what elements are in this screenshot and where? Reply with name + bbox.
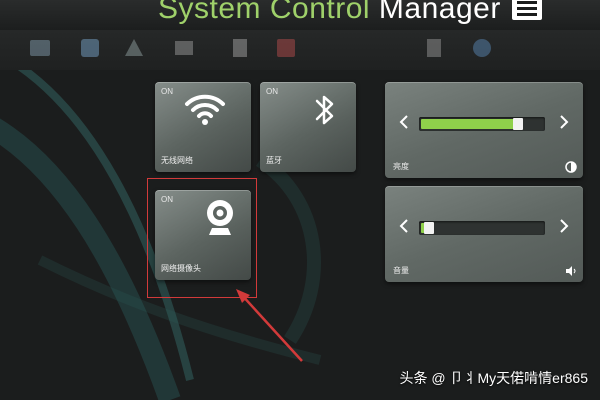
brightness-icon xyxy=(565,161,577,173)
app-title-accent: Manager xyxy=(378,0,501,25)
speaker-icon xyxy=(566,266,576,276)
app-icon-5[interactable] xyxy=(228,36,252,60)
app-icon-2[interactable] xyxy=(78,36,102,60)
menu-list-icon[interactable] xyxy=(512,0,542,20)
brightness-increase-chevron-right-icon[interactable] xyxy=(557,114,571,130)
volume-decrease-chevron-left-icon[interactable] xyxy=(397,218,411,234)
app-title-main: System Control xyxy=(158,0,379,25)
volume-label: 音量 xyxy=(393,266,409,275)
tile-wifi[interactable]: ON 无线网络 xyxy=(155,82,251,172)
app-icon-6[interactable] xyxy=(274,36,298,60)
volume-increase-chevron-right-icon[interactable] xyxy=(557,218,571,234)
brightness-slider-fill xyxy=(421,119,517,129)
app-icon-1[interactable] xyxy=(28,36,52,60)
app-icon-7[interactable] xyxy=(422,36,446,60)
app-icon-4[interactable] xyxy=(172,36,196,60)
volume-slider-thumb[interactable] xyxy=(424,222,434,234)
volume-slider[interactable] xyxy=(419,221,545,235)
app-title: System Control Manager xyxy=(158,0,501,26)
brightness-label: 亮度 xyxy=(393,162,409,171)
watermark: 头条 @ 卩丬My天偌啃情er865 xyxy=(399,370,588,386)
tile-wifi-label: 无线网络 xyxy=(161,156,193,165)
brightness-panel: 亮度 xyxy=(385,82,583,178)
brightness-slider[interactable] xyxy=(419,117,545,131)
tile-wifi-status: ON xyxy=(161,87,173,96)
annotation-arrow-icon xyxy=(236,289,303,362)
title-bar: System Control Manager xyxy=(0,0,600,30)
tile-bluetooth-status: ON xyxy=(266,87,278,96)
volume-panel: 音量 xyxy=(385,186,583,282)
app-icon-8[interactable] xyxy=(470,36,494,60)
tile-bluetooth-label: 蓝牙 xyxy=(266,156,282,165)
highlight-box xyxy=(147,178,257,298)
brightness-decrease-chevron-left-icon[interactable] xyxy=(397,114,411,130)
toolbar xyxy=(0,30,600,70)
bluetooth-icon xyxy=(315,95,334,125)
wifi-icon xyxy=(185,94,225,125)
app-icon-3[interactable] xyxy=(122,36,146,60)
brightness-slider-thumb[interactable] xyxy=(513,118,523,130)
tile-bluetooth[interactable]: ON 蓝牙 xyxy=(260,82,356,172)
